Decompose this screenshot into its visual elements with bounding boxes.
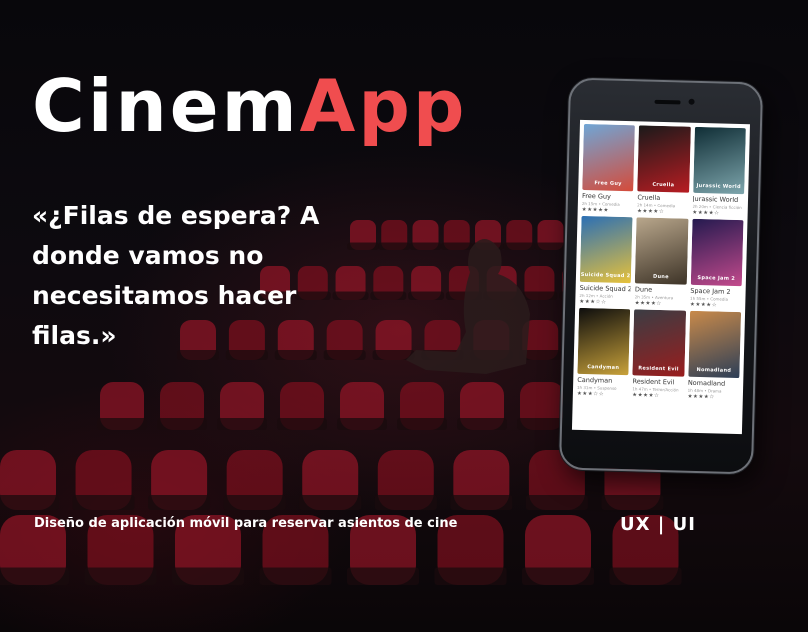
movie-grid: Free Guy Free Guy 2h 15m • Comedia ★★★★★ Cru…	[573, 120, 750, 405]
seat-armrest	[374, 495, 437, 510]
movie-title: Jurassic World	[692, 194, 739, 204]
seat-armrest	[601, 495, 664, 510]
phone-speaker	[654, 99, 681, 105]
movie-rating-stars: ★★★★☆	[689, 301, 718, 309]
movie-title: Free Guy	[581, 191, 612, 201]
poster-title-text: Resident Evil	[638, 365, 679, 373]
app-title: CinemApp	[32, 70, 467, 142]
movie-rating-stars: ★★★☆☆	[579, 298, 607, 306]
phone-mockup: Free Guy Free Guy 2h 15m • Comedia ★★★★★ Cru…	[558, 77, 764, 475]
poster-title-text: Cruella	[652, 181, 675, 189]
movie-poster[interactable]: Dune	[635, 217, 689, 285]
cover-artwork: CinemApp «¿Filas de espera? A donde vamo…	[0, 0, 808, 632]
poster-title-text: Dune	[652, 273, 669, 281]
seat-armrest	[84, 567, 157, 585]
movie-title: Cruella	[637, 193, 661, 202]
poster-title-text: Jurassic World	[696, 182, 741, 191]
seat-armrest	[522, 567, 594, 585]
poster-title-text: Suicide Squad 2	[580, 271, 631, 280]
movie-card[interactable]: Jurassic World Jurassic World 2h 20m • Cie…	[692, 126, 746, 217]
seat-armrest	[259, 567, 332, 585]
seat-armrest	[72, 495, 135, 510]
seat-armrest	[525, 495, 588, 510]
movie-title: Suicide Squad 2	[579, 283, 632, 294]
seat-armrest	[457, 418, 507, 430]
movie-title: Dune	[634, 285, 653, 294]
movie-rating-stars: ★★★★☆	[632, 392, 660, 399]
tagline-quote: «¿Filas de espera? A donde vamos no nece…	[32, 201, 320, 350]
seat-armrest	[434, 567, 507, 585]
movie-poster[interactable]: Free Guy	[582, 123, 636, 192]
movie-poster[interactable]: Space Jam 2	[690, 218, 744, 287]
movie-card[interactable]: Resident Evil Resident Evil 1h 47m • Terro…	[632, 309, 686, 399]
seat-armrest	[409, 242, 442, 250]
movie-card[interactable]: Suicide Squad 2 Suicide Squad 2 2h 12m • A…	[579, 215, 633, 306]
app-title-part2: App	[299, 64, 468, 148]
movie-card[interactable]: Dune Dune 2h 35m • Aventura ★★★★☆	[635, 217, 689, 307]
seat-armrest	[378, 242, 411, 250]
movie-title: Space Jam 2	[690, 286, 731, 296]
movie-poster[interactable]: Suicide Squad 2	[579, 215, 633, 284]
movie-rating-stars: ★★★★★	[581, 206, 609, 214]
movie-poster[interactable]: Cruella	[637, 125, 691, 193]
seat-armrest	[503, 242, 536, 250]
movie-card[interactable]: Space Jam 2 Space Jam 2 1h 55m • Comedia ★★…	[689, 218, 744, 309]
movie-rating-stars: ★★★★☆	[692, 209, 720, 217]
poster-title-text: Nomadland	[696, 366, 732, 374]
movie-poster[interactable]: Candyman	[577, 307, 631, 376]
seat-armrest	[337, 418, 387, 430]
project-subtitle: Diseño de aplicación móvil para reservar…	[34, 516, 458, 531]
poster-title-text: Free Guy	[594, 180, 622, 187]
seat-armrest	[609, 567, 682, 585]
poster-title-text: Candyman	[587, 364, 620, 371]
seat-armrest	[370, 291, 407, 300]
seat-armrest	[0, 495, 59, 510]
seat-armrest	[347, 567, 419, 585]
movie-rating-stars: ★★★★☆	[636, 208, 665, 216]
seat-armrest	[148, 495, 211, 510]
movie-poster[interactable]: Jurassic World	[692, 126, 746, 195]
seat-armrest	[217, 418, 267, 430]
seat-armrest	[223, 495, 286, 510]
movie-title: Candyman	[577, 375, 613, 385]
movie-rating-stars: ★★★★☆	[687, 393, 715, 401]
movie-title: Nomadland	[687, 378, 726, 388]
seat-armrest	[157, 418, 207, 430]
seat-armrest	[440, 242, 473, 250]
seat-armrest	[299, 495, 362, 510]
movie-card[interactable]: Candyman Candyman 1h 31m • Suspenso ★★★☆☆	[576, 307, 631, 398]
app-title-part1: Cinem	[32, 64, 300, 148]
movie-rating-stars: ★★★★☆	[634, 300, 662, 308]
movie-poster[interactable]: Nomadland	[688, 310, 742, 379]
ux-ui-tag: UX | UI	[620, 514, 696, 535]
seated-person-silhouette	[406, 239, 530, 374]
seat-armrest	[172, 567, 244, 585]
phone-camera	[688, 98, 695, 105]
seat-armrest	[397, 418, 447, 430]
seat-armrest	[97, 418, 147, 430]
movie-rating-stars: ★★★☆☆	[576, 390, 605, 398]
movie-card[interactable]: Free Guy Free Guy 2h 15m • Comedia ★★★★★	[581, 123, 636, 214]
poster-title-text: Space Jam 2	[697, 274, 736, 282]
seat-armrest	[408, 291, 445, 300]
movie-card[interactable]: Nomadland Nomadland 1h 48m • Drama ★★★★☆	[687, 310, 742, 401]
movie-title: Resident Evil	[632, 377, 675, 387]
seat-armrest	[0, 567, 69, 585]
phone-screen: Free Guy Free Guy 2h 15m • Comedia ★★★★★ Cru…	[571, 119, 751, 435]
seat-armrest	[277, 418, 327, 430]
seat-armrest	[450, 495, 513, 510]
seat-armrest	[521, 291, 558, 300]
seat-armrest	[534, 242, 567, 250]
movie-card[interactable]: Cruella Cruella 2h 14m • Comedia ★★★★☆	[637, 125, 691, 215]
movie-poster[interactable]: Resident Evil	[632, 309, 686, 377]
